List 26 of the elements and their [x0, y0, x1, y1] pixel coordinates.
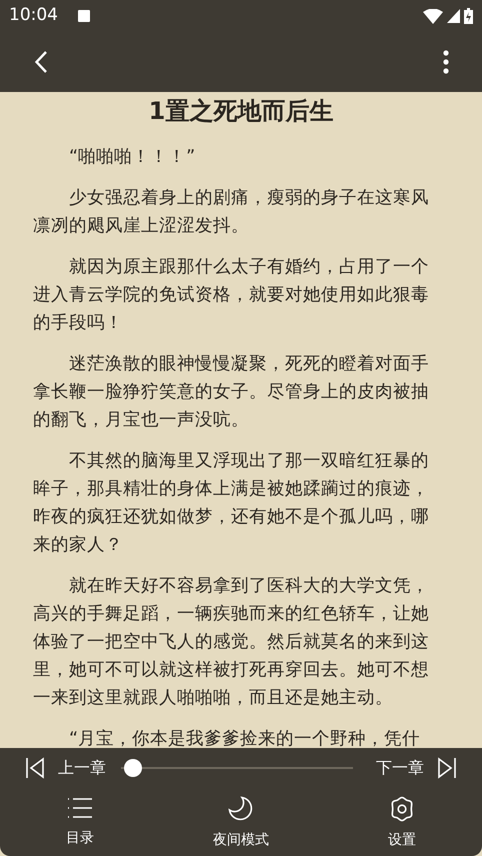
paragraph: 少女强忍着身上的剧痛，瘦弱的身子在这寒风凛冽的飓风崖上涩涩发抖。	[33, 187, 430, 238]
paragraph: 就在昨天好不容易拿到了医科大的大学文凭，高兴的手舞足蹈，一辆疾驰而来的红色轿车，让她体验了一把空中飞人的感觉。然后就莫名的来到这里，她可不可以就这样被打死再穿回去。她可不想一来到这里就跟人啪啪啪，而且还是她主动。	[33, 575, 430, 710]
notification-icon	[78, 10, 90, 22]
paragraph: “啪啪啪！！！”	[68, 146, 196, 169]
back-icon	[35, 51, 47, 73]
battery-charging-icon	[464, 8, 473, 24]
settings-icon	[389, 796, 415, 822]
signal-icon	[447, 9, 460, 23]
status-time: 10:04	[9, 4, 58, 28]
slider-thumb[interactable]	[124, 759, 142, 777]
paragraph: 不其然的脑海里又浮现出了那一双暗红狂暴的眸子，那具精壮的身体上满是被她蹂躏过的痕迹，昨夜的疯狂还犹如做梦，还有她不是个孤儿吗，哪来的家人？	[33, 450, 430, 557]
wifi-icon	[423, 8, 443, 24]
skip-forward-icon	[438, 757, 456, 779]
menu-action-button[interactable]: 设置	[367, 796, 437, 851]
chapter-title: 1置之死地而后生	[148, 96, 334, 127]
prev-chapter-button[interactable]: 上一章	[26, 756, 106, 780]
list-icon	[67, 796, 93, 820]
moon-icon	[228, 796, 254, 822]
next-chapter-button[interactable]: 下一章	[376, 756, 456, 780]
more-icon	[443, 50, 449, 74]
paragraph: 就因为原主跟那什么太子有婚约，占用了一个进入青云学院的免试资格，就要对她使用如此狠毒的手段吗！	[33, 256, 430, 335]
paragraph: 迷茫涣散的眼神慢慢凝聚，死死的瞪着对面手拿长鞭一脸狰狞笑意的女子。尽管身上的皮肉被抽的翻飞，月宝也一声没吭。	[33, 353, 430, 432]
menu-action-button[interactable]: 目录	[45, 796, 115, 851]
menu-action-button[interactable]: 夜间模式	[206, 796, 276, 851]
skip-back-icon	[26, 757, 44, 779]
paragraph: “月宝，你本是我爹爹捡来的一个野种，凭什	[68, 728, 422, 751]
